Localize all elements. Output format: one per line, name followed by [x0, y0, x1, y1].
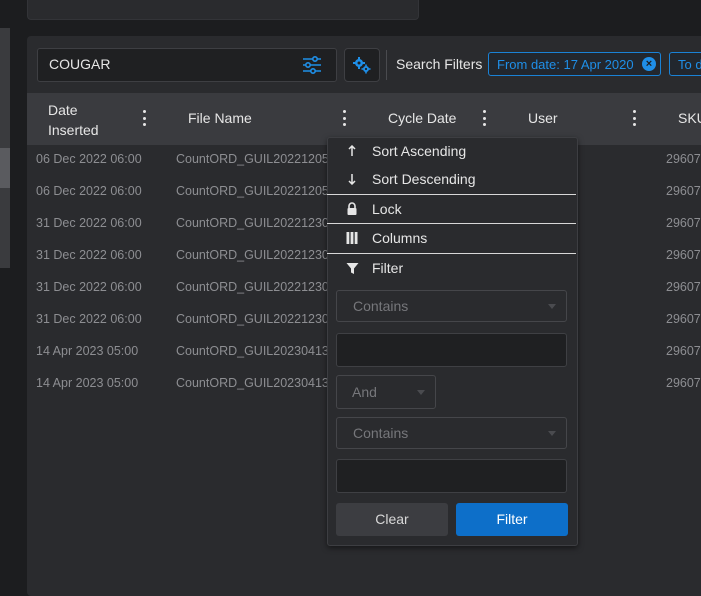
left-scrollbar-thumb[interactable]: [0, 148, 10, 188]
menu-separator: [327, 253, 576, 254]
sort-descending-item[interactable]: Sort Descending: [344, 169, 476, 189]
cell-date-inserted: 06 Dec 2022 06:00: [36, 152, 142, 166]
column-header-label: Date: [48, 102, 78, 118]
cell-file-name: CountORD_GUIL20221230: [176, 312, 327, 326]
column-header-file-name[interactable]: File Name: [188, 110, 252, 126]
filter-operator-select[interactable]: And: [336, 375, 436, 409]
cell-sku: 29607: [666, 312, 701, 326]
cell-file-name: CountORD_GUIL20230413: [176, 376, 327, 390]
cell-date-inserted: 31 Dec 2022 06:00: [36, 248, 142, 262]
filter-operator-value: And: [352, 384, 377, 400]
column-header-user[interactable]: User: [528, 110, 558, 126]
menu-separator: [327, 194, 576, 195]
sort-ascending-item[interactable]: Sort Ascending: [344, 141, 466, 161]
filter-chip-from-date[interactable]: From date: 17 Apr 2020: [488, 52, 661, 76]
arrow-up-icon: [344, 143, 360, 159]
cell-date-inserted: 14 Apr 2023 05:00: [36, 376, 139, 390]
filter-condition-value: Contains: [353, 298, 409, 314]
cell-date-inserted: 31 Dec 2022 06:00: [36, 216, 142, 230]
search-filters-label: Search Filters: [396, 56, 483, 72]
column-header-sku[interactable]: SKU: [678, 110, 701, 126]
top-panel: [27, 0, 419, 20]
filter-item[interactable]: Filter: [344, 258, 403, 278]
column-header-cycle-date[interactable]: Cycle Date: [388, 110, 456, 126]
column-header-label: Inserted: [48, 122, 99, 138]
tune-icon[interactable]: [301, 55, 323, 75]
gears-button[interactable]: [344, 48, 380, 82]
column-menu-icon[interactable]: [342, 110, 346, 126]
cell-file-name: CountORD_GUIL20221230: [176, 248, 327, 262]
filter-value-input-2[interactable]: [336, 459, 567, 493]
column-header-date-inserted[interactable]: Date Inserted: [48, 100, 99, 140]
cell-date-inserted: 31 Dec 2022 06:00: [36, 312, 142, 326]
cell-sku: 29607: [666, 152, 701, 166]
cell-date-inserted: 14 Apr 2023 05:00: [36, 344, 139, 358]
lock-item[interactable]: Lock: [344, 199, 402, 219]
arrow-down-icon: [344, 171, 360, 187]
filter-label: Filter: [372, 260, 404, 276]
cell-file-name: CountORD_GUIL20230413: [176, 344, 327, 358]
sort-descending-label: Sort Descending: [372, 171, 476, 187]
chevron-down-icon: [548, 431, 556, 436]
cell-file-name: CountORD_GUIL20221230: [176, 216, 327, 230]
lock-label: Lock: [372, 201, 402, 217]
columns-icon: [344, 230, 360, 246]
cell-file-name: CountORD_GUIL20221230: [176, 280, 327, 294]
funnel-icon: [344, 260, 360, 276]
cell-sku: 29607: [666, 248, 701, 262]
cell-sku: 29607: [666, 376, 701, 390]
columns-item[interactable]: Columns: [344, 228, 427, 248]
toolbar-divider: [386, 50, 387, 80]
menu-separator: [327, 223, 576, 224]
search-input-value: COUGAR: [49, 56, 111, 72]
filter-value-input-1[interactable]: [336, 333, 567, 367]
cell-sku: 29607: [666, 216, 701, 230]
filter-condition-value: Contains: [353, 425, 409, 441]
cell-file-name: CountORD_GUIL20221205: [176, 184, 327, 198]
close-icon[interactable]: ×: [642, 57, 656, 71]
cell-sku: 29607: [666, 344, 701, 358]
filter-chip-to-date[interactable]: To d: [669, 52, 701, 76]
column-menu-icon[interactable]: [142, 110, 146, 126]
filter-condition-select-1[interactable]: Contains: [336, 290, 567, 322]
filter-button[interactable]: Filter: [456, 503, 568, 536]
chevron-down-icon: [548, 304, 556, 309]
column-menu-icon[interactable]: [482, 110, 486, 126]
cell-date-inserted: 06 Dec 2022 06:00: [36, 184, 142, 198]
gears-icon: [353, 57, 371, 74]
cell-file-name: CountORD_GUIL20221205: [176, 152, 327, 166]
columns-label: Columns: [372, 230, 428, 246]
clear-button[interactable]: Clear: [336, 503, 448, 536]
column-menu-icon[interactable]: [632, 110, 636, 126]
lock-icon: [344, 201, 360, 217]
cell-sku: 29607: [666, 184, 701, 198]
sort-ascending-label: Sort Ascending: [372, 143, 467, 159]
cell-date-inserted: 31 Dec 2022 06:00: [36, 280, 142, 294]
chevron-down-icon: [417, 390, 425, 395]
filter-condition-select-2[interactable]: Contains: [336, 417, 567, 449]
cell-sku: 29607: [666, 280, 701, 294]
